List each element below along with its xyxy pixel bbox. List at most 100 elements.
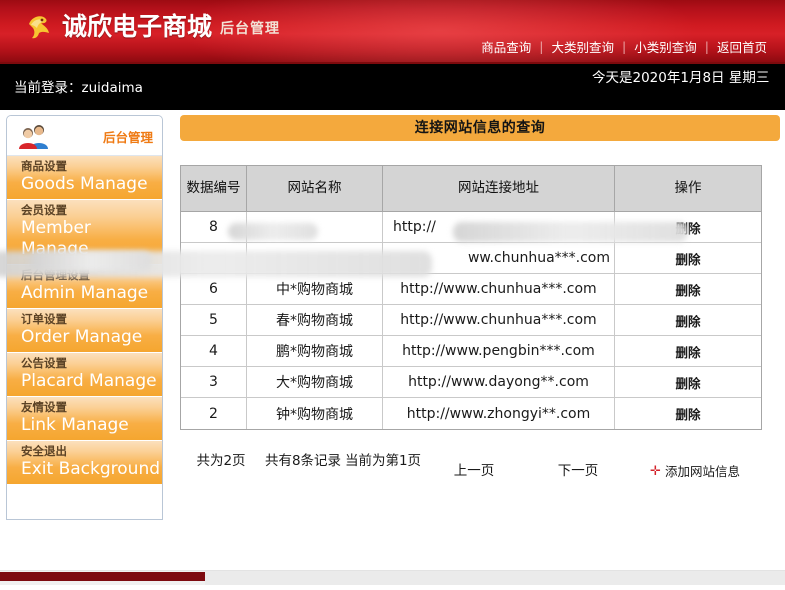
nav-link-small-category-query[interactable]: 小类别查询 [626,37,705,56]
sidebar-item-label-en: Goods Manage [21,174,148,194]
nav-link-big-category-query[interactable]: 大类别查询 [544,37,623,56]
sidebar-menu: 商品设置 Goods Manage 会员设置 Member Manage 后台管… [7,156,162,485]
websites-table: 数据编号 网站名称 网站连接地址 操作 8 http:// 删除 ww.chun… [180,165,762,430]
table-row: 6 中*购物商城 http://www.chunhua***.com 删除 [181,274,761,305]
content-area: 连接网站信息的查询 数据编号 网站名称 网站连接地址 操作 8 http:// … [180,115,780,481]
sidebar-item-label-cn: 商品设置 [21,159,67,173]
sidebar-item-order-manage[interactable]: 订单设置 Order Manage [7,309,162,353]
top-navigation: 商品查询 | 大类别查询 | 小类别查询 | 返回首页 [473,37,775,56]
column-header-url: 网站连接地址 [383,166,615,212]
sidebar-header-label: 后台管理 [102,130,153,145]
cell-url: http:// [383,212,615,243]
sidebar-item-label-cn: 安全退出 [21,444,67,458]
cell-id [181,243,247,274]
cell-action: 删除 [615,398,761,429]
site-logo[interactable]: 诚欣电子商城 后台管理 [26,12,280,42]
cell-name: 钟*购物商城 [247,398,383,429]
sidebar-item-label-en: Placard Manage [21,371,157,391]
users-icon [17,122,51,150]
cell-id: 2 [181,398,247,429]
pagination-bar: 共为2页 共有8条记录 当前为第1页 上一页 下一页 ✛ 添加网站信息 [180,452,760,481]
next-page-link[interactable]: 下一页 [558,463,599,479]
nav-link-goods-query[interactable]: 商品查询 [473,37,539,56]
cell-id: 4 [181,336,247,367]
sidebar-item-label-cn: 公告设置 [21,356,67,370]
delete-link[interactable]: 删除 [675,283,700,298]
cell-name: 鹏*购物商城 [247,336,383,367]
cell-url: http://www.chunhua***.com [383,305,615,336]
cell-action: 删除 [615,367,761,398]
sidebar-item-label-en: Member Manage [21,218,91,259]
login-status-bar: 当前登录：zuidaima 今天是2020年1月8日 星期三 [0,62,785,110]
delete-link[interactable]: 删除 [675,376,700,391]
sidebar-item-label-cn: 订单设置 [21,312,67,326]
cell-action: 删除 [615,212,761,243]
cell-action: 删除 [615,274,761,305]
table-row: 2 钟*购物商城 http://www.zhongyi**.com 删除 [181,398,761,429]
sidebar-item-label-cn: 友情设置 [21,400,67,414]
cell-action: 删除 [615,305,761,336]
nav-separator: | [622,39,627,54]
sidebar-item-goods-manage[interactable]: 商品设置 Goods Manage [7,156,162,200]
cell-name: 中*购物商城 [247,274,383,305]
sidebar-item-label-cn: 会员设置 [21,203,67,217]
scrollbar-track[interactable] [205,571,785,585]
table-row: 3 大*购物商城 http://www.dayong**.com 删除 [181,367,761,398]
total-records-label: 共有8条记录 [264,453,342,469]
table-header-row: 数据编号 网站名称 网站连接地址 操作 [181,166,761,212]
plus-icon: ✛ [650,464,661,479]
table-row: 8 http:// 删除 [181,212,761,243]
nav-link-home[interactable]: 返回首页 [709,37,775,56]
delete-link[interactable]: 删除 [675,221,700,236]
cell-name: 春*购物商城 [247,305,383,336]
column-header-action: 操作 [615,166,761,212]
sidebar-item-placard-manage[interactable]: 公告设置 Placard Manage [7,353,162,397]
sidebar-item-label-cn: 后台管理设置 [21,268,90,282]
cell-name [247,212,383,243]
cell-url: http://www.chunhua***.com [383,274,615,305]
table-row: 5 春*购物商城 http://www.chunhua***.com 删除 [181,305,761,336]
page-body: 后台管理 商品设置 Goods Manage 会员设置 Member Manag… [0,110,785,572]
sidebar-item-label-en: Admin Manage [21,283,149,303]
cell-id: 3 [181,367,247,398]
current-user-label: 当前登录：zuidaima [14,80,143,96]
sidebar-item-member-manage[interactable]: 会员设置 Member Manage [7,200,162,265]
table-row: 4 鹏*购物商城 http://www.pengbin***.com 删除 [181,336,761,367]
cell-id: 8 [181,212,247,243]
cell-id: 5 [181,305,247,336]
current-page-label: 当前为第1页 [344,453,422,469]
delete-link[interactable]: 删除 [675,252,700,267]
column-header-id: 数据编号 [181,166,247,212]
cell-name: 大*购物商城 [247,367,383,398]
sidebar-item-exit-background[interactable]: 安全退出 Exit Background [7,441,162,485]
cell-action: 删除 [615,336,761,367]
horizontal-scrollbar[interactable] [0,570,785,585]
nav-separator: | [704,39,709,54]
delete-link[interactable]: 删除 [675,345,700,360]
cell-url: http://www.dayong**.com [383,367,615,398]
sidebar-item-label-en: Order Manage [21,327,143,347]
bird-logo-icon [26,12,52,42]
add-website-button[interactable]: ✛ 添加网站信息 [630,452,760,481]
sidebar-header: 后台管理 [7,116,162,156]
logo-subtitle: 后台管理 [220,21,281,37]
sidebar-item-admin-manage[interactable]: 后台管理设置 Admin Manage [7,265,162,309]
scrollbar-thumb[interactable] [0,572,205,581]
header-banner: 诚欣电子商城 后台管理 商品查询 | 大类别查询 | 小类别查询 | 返回首页 [0,0,785,62]
column-header-name: 网站名称 [247,166,383,212]
cell-name [247,243,383,274]
sidebar-item-link-manage[interactable]: 友情设置 Link Manage [7,397,162,441]
cell-id: 6 [181,274,247,305]
delete-link[interactable]: 删除 [675,407,700,422]
delete-link[interactable]: 删除 [675,314,700,329]
logo-title: 诚欣电子商城 [62,12,213,41]
current-date-label: 今天是2020年1月8日 星期三 [592,70,770,86]
cell-url: http://www.pengbin***.com [383,336,615,367]
prev-page-link[interactable]: 上一页 [454,463,495,479]
cell-url: ww.chunhua***.com [383,243,615,274]
cell-action: 删除 [615,243,761,274]
add-website-label[interactable]: 添加网站信息 [665,462,740,481]
nav-separator: | [539,39,544,54]
sidebar-item-label-en: Link Manage [21,415,129,435]
table-row: ww.chunhua***.com 删除 [181,243,761,274]
